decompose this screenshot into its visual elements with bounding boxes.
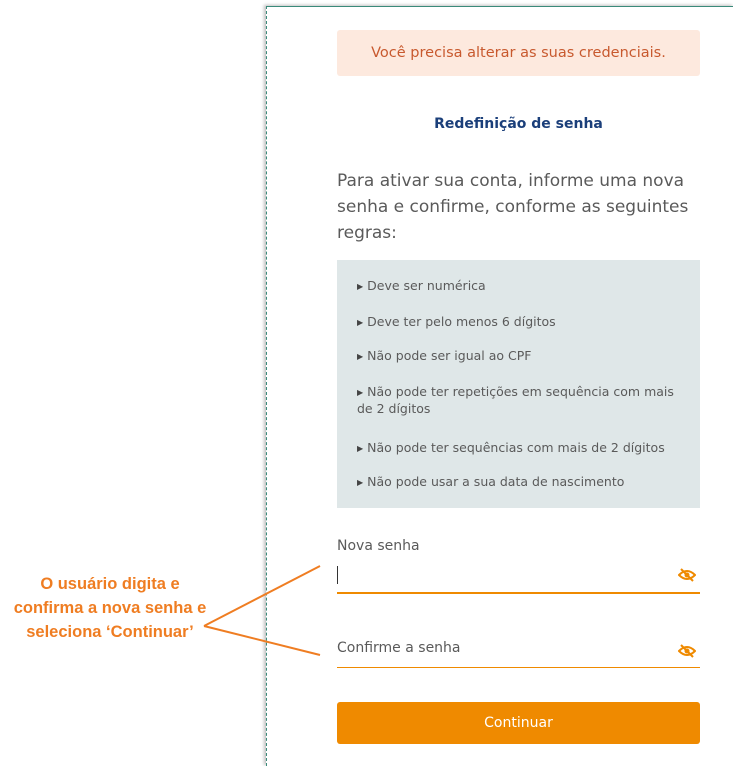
- annotation-callout-lines: [203, 565, 321, 656]
- annotation-text: O usuário digita e confirma a nova senha…: [13, 575, 207, 641]
